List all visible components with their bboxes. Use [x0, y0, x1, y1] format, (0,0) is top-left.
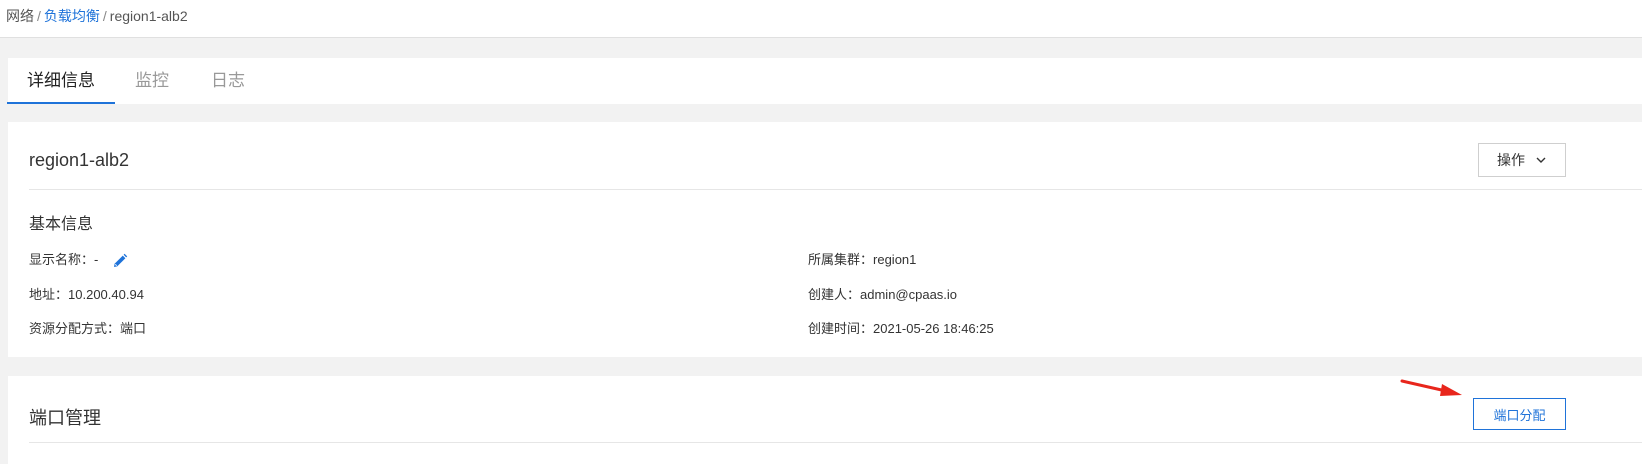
tab-details[interactable]: 详细信息 — [7, 58, 115, 104]
alloc-mode-value: 端口 — [120, 321, 147, 336]
tab-bar: 详细信息 监控 日志 — [7, 58, 1642, 104]
chevron-down-icon — [1536, 157, 1546, 163]
breadcrumb-network[interactable]: 网络 — [6, 8, 34, 24]
created-at-value: 2021-05-26 18:46:25 — [873, 321, 994, 336]
field-creator: 创建人：admin@cpaas.io — [808, 284, 957, 303]
port-management-card: 端口管理 端口分配 — [8, 376, 1642, 464]
address-value: 10.200.40.94 — [68, 287, 144, 302]
field-cluster: 所属集群：region1 — [808, 249, 916, 268]
created-at-label: 创建时间： — [808, 321, 874, 336]
divider — [29, 442, 1642, 443]
breadcrumb-separator: / — [102, 8, 107, 24]
address-label: 地址： — [29, 287, 69, 302]
creator-value: admin@cpaas.io — [860, 287, 958, 302]
alloc-mode-label: 资源分配方式： — [29, 321, 121, 336]
breadcrumb-current: region1-alb2 — [109, 8, 188, 24]
field-created-at: 创建时间：2021-05-26 18:46:25 — [808, 318, 994, 337]
display-name-label: 显示名称： — [29, 252, 95, 267]
port-allocate-button[interactable]: 端口分配 — [1473, 398, 1566, 430]
breadcrumb: 网络 / 负载均衡 / region1-alb2 — [0, 0, 1642, 38]
breadcrumb-separator: / — [37, 8, 41, 24]
field-display-name: 显示名称：- — [29, 249, 128, 269]
resource-title: region1-alb2 — [29, 150, 130, 170]
breadcrumb-load-balancer-link[interactable]: 负载均衡 — [44, 8, 100, 24]
tab-monitoring[interactable]: 监控 — [135, 58, 169, 104]
display-name-value: - — [94, 252, 99, 267]
actions-button-label: 操作 — [1497, 152, 1525, 168]
divider — [29, 189, 1642, 190]
pencil-edit-icon[interactable] — [112, 253, 128, 269]
basic-info-heading: 基本信息 — [29, 216, 94, 233]
cluster-label: 所属集群： — [808, 252, 874, 267]
actions-dropdown-button[interactable]: 操作 — [1478, 143, 1566, 177]
creator-label: 创建人： — [808, 287, 861, 302]
port-management-heading: 端口管理 — [29, 408, 101, 428]
cluster-value: region1 — [873, 252, 917, 267]
annotation-arrow-icon — [1400, 379, 1462, 396]
detail-card: region1-alb2 操作 基本信息 显示名称：- 所属集群：region1… — [8, 122, 1642, 357]
field-address: 地址：10.200.40.94 — [29, 284, 144, 303]
tab-logs[interactable]: 日志 — [211, 58, 245, 104]
field-alloc-mode: 资源分配方式：端口 — [29, 318, 146, 337]
